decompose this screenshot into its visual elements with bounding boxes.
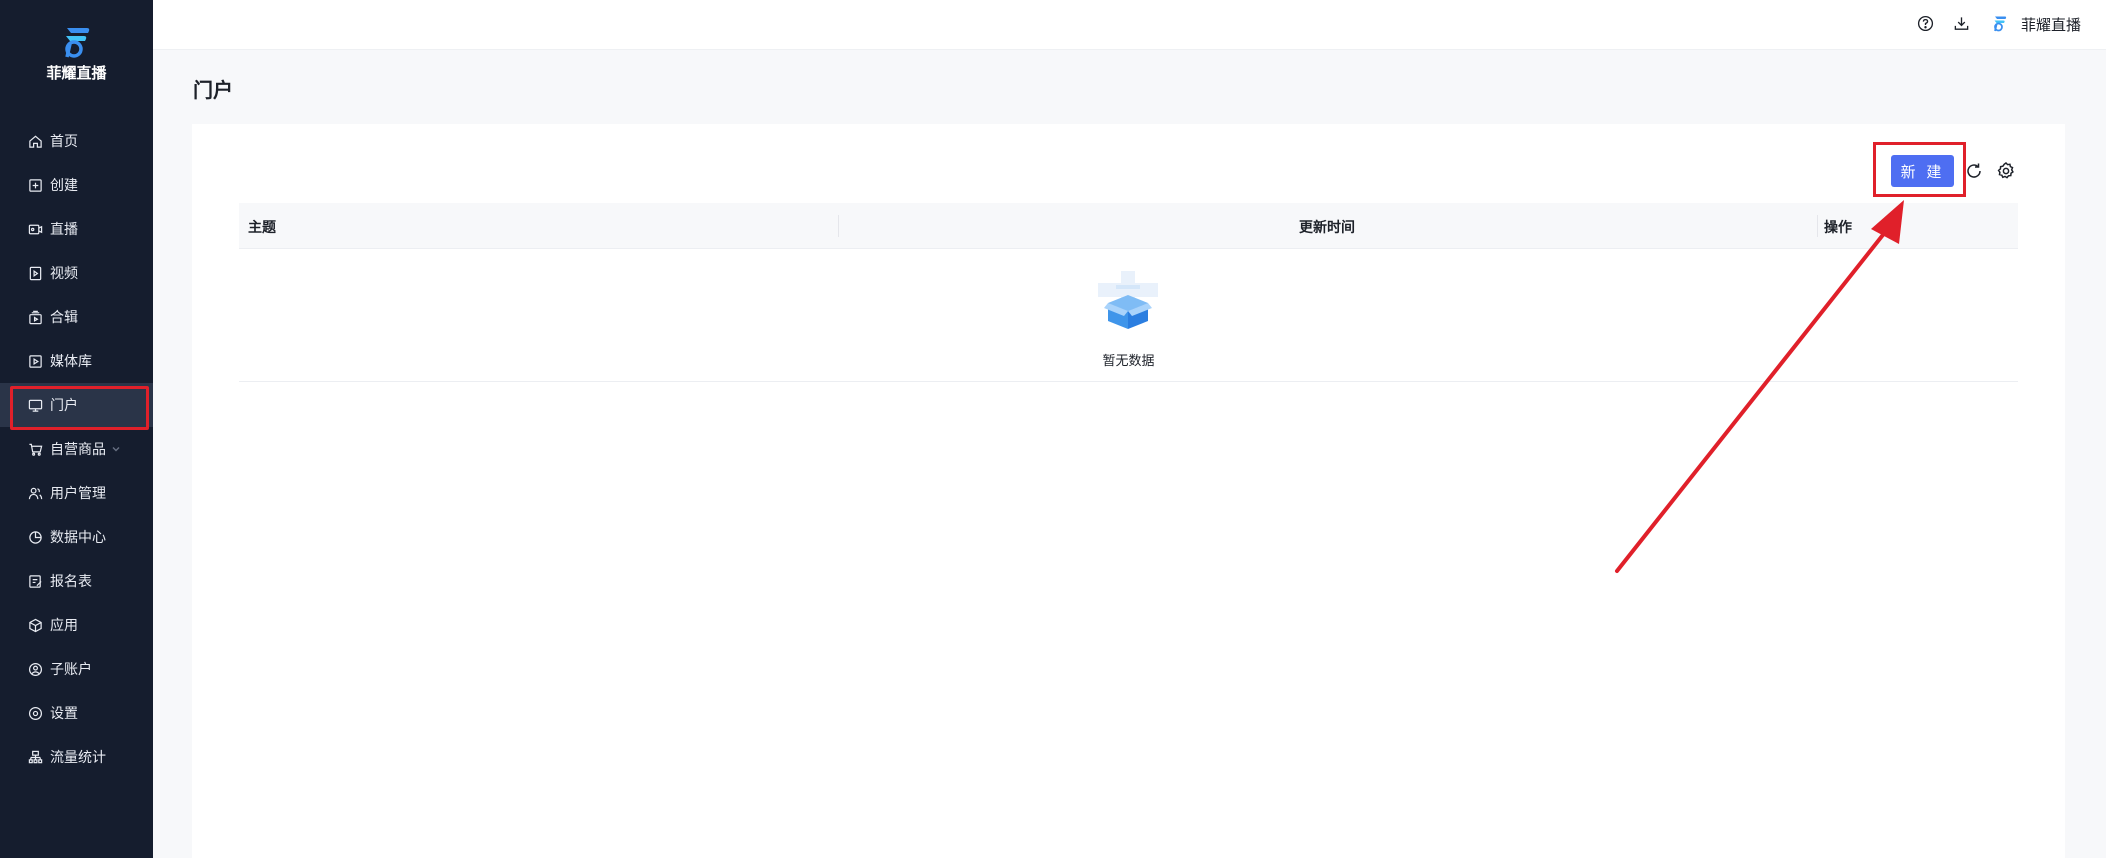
sidebar-item-label: 自营商品: [50, 442, 106, 458]
page-title: 门户: [193, 78, 233, 102]
sidebar-item-user-management[interactable]: 用户管理: [0, 471, 153, 515]
sidebar-item-label: 合辑: [50, 310, 78, 326]
new-button[interactable]: 新 建: [1891, 155, 1954, 187]
sidebar-item-apps[interactable]: 应用: [0, 603, 153, 647]
form-edit-icon: [29, 574, 42, 588]
user-avatar-logo-icon[interactable]: [1990, 13, 2010, 33]
sidebar-item-live[interactable]: 直播: [0, 207, 153, 251]
sidebar-item-traffic-stats[interactable]: 流量统计: [0, 735, 153, 779]
sidebar-item-label: 设置: [50, 706, 78, 722]
sidebar-item-create[interactable]: 创建: [0, 163, 153, 207]
sidebar-item-label: 创建: [50, 178, 78, 194]
settings-icon: [28, 706, 43, 720]
brand-name: 菲耀直播: [46, 64, 107, 82]
traffic-stats-icon: [28, 750, 43, 763]
sidebar-item-label: 流量统计: [50, 750, 106, 766]
sidebar-item-label: 子账户: [50, 662, 92, 678]
sidebar-item-video[interactable]: 视频: [0, 251, 153, 295]
add-square-icon: [29, 178, 42, 192]
cart-icon: [29, 443, 43, 456]
sidebar-item-collection[interactable]: 合辑: [0, 295, 153, 339]
column-header-action[interactable]: 操作: [1824, 217, 1852, 237]
table-empty-state: 暂无数据: [239, 249, 2018, 382]
sidebar-item-sub-accounts[interactable]: 子账户: [0, 647, 153, 691]
pie-chart-icon: [29, 530, 42, 544]
sidebar-item-settings[interactable]: 设置: [0, 691, 153, 735]
column-divider[interactable]: [1817, 215, 1818, 237]
sidebar-item-label: 媒体库: [50, 354, 92, 370]
column-header-theme[interactable]: 主题: [248, 217, 276, 237]
sidebar-item-home[interactable]: 首页: [0, 119, 153, 163]
account-icon: [28, 662, 43, 676]
empty-state-text: 暂无数据: [1102, 354, 1155, 369]
settings-gear-icon[interactable]: [1996, 161, 2016, 181]
home-icon: [29, 135, 42, 148]
column-divider[interactable]: [838, 215, 839, 237]
top-bar: [153, 0, 2106, 50]
live-camera-icon: [28, 224, 43, 234]
sidebar-item-label: 报名表: [50, 574, 92, 590]
sidebar-item-label: 应用: [50, 618, 78, 634]
refresh-icon[interactable]: [1964, 161, 1984, 181]
sidebar-item-label: 门户: [50, 398, 78, 414]
video-file-icon: [29, 266, 42, 280]
users-icon: [28, 487, 43, 499]
help-circle-icon[interactable]: [1917, 15, 1934, 32]
table-header: 主题 更新时间 操作: [239, 203, 2018, 249]
sidebar-nav: 首页 创建 直播 视频 合辑 媒体库 门户 自营商品 用户管理 数据中心 报名表…: [0, 119, 153, 779]
media-library-icon: [29, 354, 42, 368]
app-root: 菲耀直播 首页 创建 直播 视频 合辑 媒体库 门户 自营商品 用户管理 数据中…: [0, 0, 2106, 858]
sidebar-item-data-center[interactable]: 数据中心: [0, 515, 153, 559]
column-header-update-time[interactable]: 更新时间: [1299, 217, 1355, 237]
app-cube-icon: [29, 618, 42, 632]
sidebar-item-products[interactable]: 自营商品: [0, 427, 153, 471]
sidebar-item-label: 视频: [50, 266, 78, 282]
monitor-icon: [28, 399, 43, 412]
chevron-down-icon[interactable]: [110, 443, 122, 455]
download-icon[interactable]: [1953, 15, 1970, 32]
sidebar-item-label: 直播: [50, 222, 78, 238]
brand-logo-icon: [64, 28, 89, 58]
brand[interactable]: 菲耀直播: [0, 24, 153, 83]
collection-icon: [29, 310, 42, 324]
empty-box-icon: [1098, 271, 1158, 329]
sidebar-item-label: 数据中心: [50, 530, 106, 546]
sidebar-item-label: 用户管理: [50, 486, 106, 502]
sidebar-item-media-library[interactable]: 媒体库: [0, 339, 153, 383]
sidebar: 菲耀直播 首页 创建 直播 视频 合辑 媒体库 门户 自营商品 用户管理 数据中…: [0, 0, 153, 858]
top-username[interactable]: 菲耀直播: [2021, 14, 2081, 35]
sidebar-item-label: 首页: [50, 134, 78, 150]
sidebar-item-portal[interactable]: 门户: [0, 383, 153, 430]
sidebar-item-signup-form[interactable]: 报名表: [0, 559, 153, 603]
